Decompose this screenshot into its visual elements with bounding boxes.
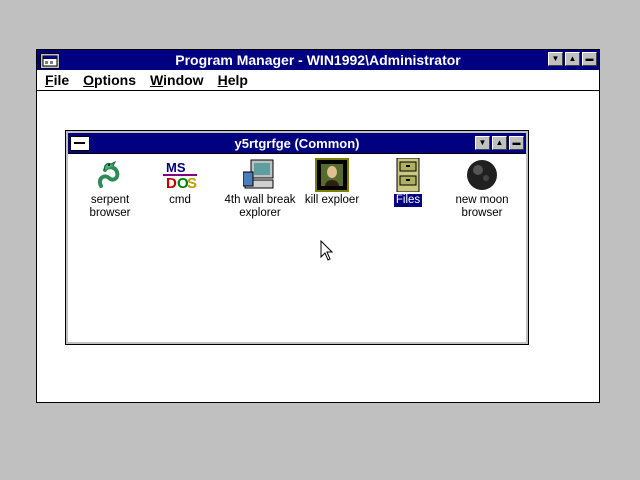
- program-manager-window: Program Manager - WIN1992\Administrator …: [36, 49, 600, 403]
- 4th-wall-break-explorer-label: 4th wall break explorer: [223, 194, 298, 220]
- menu-window-mnemonic: W: [150, 72, 164, 88]
- program-manager-system-menu-icon[interactable]: [40, 53, 60, 69]
- serpent-icon: [98, 160, 120, 188]
- msdos-icon: MS D O S: [163, 160, 197, 192]
- menu-help-mnemonic: H: [217, 72, 228, 88]
- new-moon-browser-label: new moon browser: [453, 194, 510, 220]
- maximize-button[interactable]: ▲: [565, 52, 580, 66]
- serpent-browser-label: serpent browser: [88, 194, 133, 220]
- group-window-title: y5rtgrfge (Common): [234, 135, 360, 151]
- files-label: Files: [393, 194, 423, 207]
- mona-lisa-icon: [315, 158, 349, 192]
- svg-text:S: S: [187, 175, 197, 192]
- 4th-wall-break-explorer-label-line1: 4th wall break: [224, 194, 296, 206]
- computer-icon: [243, 159, 274, 189]
- 4th-wall-break-explorer-label-line2: explorer: [239, 207, 281, 219]
- group-restore-button[interactable]: ▬: [509, 136, 524, 150]
- moon-icon: [467, 160, 497, 190]
- program-icon-files[interactable]: Files: [370, 158, 446, 207]
- menu-file-mnemonic: F: [45, 72, 54, 88]
- restore-button[interactable]: ▬: [582, 52, 597, 66]
- menu-file[interactable]: File: [45, 72, 69, 88]
- group-window: y5rtgrfge (Common) ▼ ▲ ▬ serpent browser: [65, 130, 529, 345]
- svg-text:D: D: [166, 175, 177, 192]
- program-icon-kill-exploer[interactable]: kill exploer: [294, 158, 370, 207]
- program-manager-title: Program Manager - WIN1992\Administrator: [175, 52, 461, 68]
- kill-exploer-label: kill exploer: [304, 194, 360, 206]
- serpent-browser-label-line1: serpent: [90, 194, 130, 206]
- menu-help-rest: elp: [227, 72, 248, 88]
- group-system-menu-icon[interactable]: [70, 136, 90, 151]
- menu-file-rest: ile: [53, 72, 70, 88]
- svg-text:MS: MS: [166, 160, 186, 175]
- menu-options[interactable]: Options: [83, 72, 136, 88]
- group-window-content: serpent browser MS D O S cmd 4th wall br…: [68, 153, 526, 342]
- menu-window-rest: indow: [163, 72, 204, 88]
- group-maximize-button[interactable]: ▲: [492, 136, 507, 150]
- new-moon-browser-label-line1: new moon: [455, 194, 509, 206]
- serpent-browser-label-line2: browser: [89, 207, 131, 219]
- mouse-pointer-icon: [320, 240, 334, 261]
- program-manager-title-bar[interactable]: Program Manager - WIN1992\Administrator …: [37, 50, 599, 70]
- group-minimize-button[interactable]: ▼: [475, 136, 490, 150]
- program-icon-cmd[interactable]: MS D O S cmd: [142, 158, 218, 207]
- minimize-button[interactable]: ▼: [548, 52, 563, 66]
- cmd-label: cmd: [169, 194, 191, 206]
- program-icon-4th-wall-break-explorer[interactable]: 4th wall break explorer: [222, 158, 298, 220]
- group-window-title-bar[interactable]: y5rtgrfge (Common) ▼ ▲ ▬: [68, 133, 526, 153]
- file-cabinet-icon: [396, 158, 420, 192]
- menu-options-mnemonic: O: [83, 72, 95, 88]
- menu-options-rest: ptions: [94, 72, 137, 88]
- menu-bar: File Options Window Help: [37, 70, 599, 91]
- new-moon-browser-label-line2: browser: [461, 207, 503, 219]
- program-icon-new-moon-browser[interactable]: new moon browser: [444, 158, 520, 220]
- menu-window[interactable]: Window: [150, 72, 204, 88]
- program-icon-serpent-browser[interactable]: serpent browser: [72, 158, 148, 220]
- menu-help[interactable]: Help: [218, 72, 248, 88]
